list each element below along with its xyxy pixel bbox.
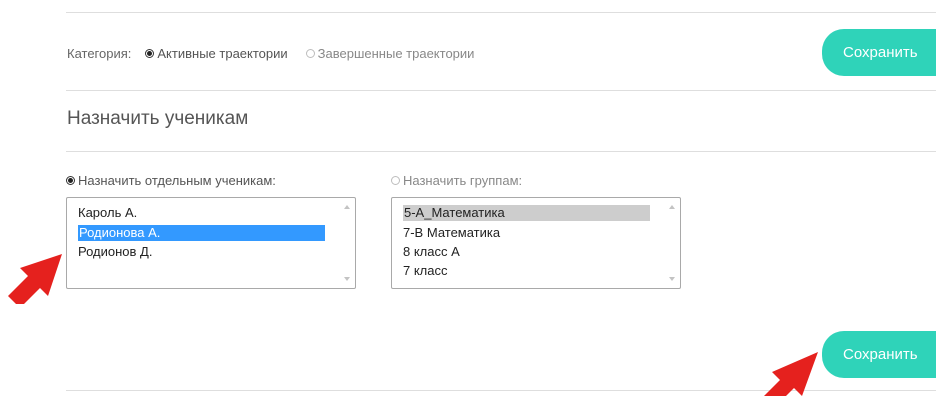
list-item[interactable]: Кароль А. <box>78 205 137 221</box>
assign-groups-option[interactable]: Назначить группам: <box>391 172 522 188</box>
radio-selected-icon[interactable] <box>66 175 75 185</box>
list-item[interactable]: 8 класс А <box>403 244 460 260</box>
assign-students-option[interactable]: Назначить отдельным ученикам: <box>66 172 276 188</box>
list-item-selected[interactable]: Родионова А. <box>78 225 325 241</box>
category-option-active[interactable]: Активные траектории <box>145 45 288 61</box>
list-item[interactable]: Родионов Д. <box>78 244 152 260</box>
groups-listbox[interactable]: 5-А_Математика 7-В Математика 8 класс А … <box>391 197 681 289</box>
category-option-completed[interactable]: Завершенные траектории <box>305 45 475 61</box>
groups-scrollbar[interactable] <box>665 198 680 288</box>
scroll-down-icon[interactable] <box>669 277 675 281</box>
scroll-down-icon[interactable] <box>344 277 350 281</box>
red-arrow-icon <box>8 254 62 304</box>
category-option-completed-label: Завершенные траектории <box>317 45 475 61</box>
students-listbox[interactable]: Кароль А. Родионова А. Родионов Д. <box>66 197 356 289</box>
assign-students-label: Назначить отдельным ученикам: <box>78 172 276 188</box>
students-scrollbar[interactable] <box>340 198 355 288</box>
radio-unselected-icon[interactable] <box>305 48 315 58</box>
list-item[interactable]: 7-В Математика <box>403 225 500 241</box>
assign-save-button[interactable]: Сохранить <box>822 331 936 378</box>
category-save-button[interactable]: Сохранить <box>822 29 936 76</box>
list-item[interactable]: 7 класс <box>403 263 448 279</box>
list-item-highlighted[interactable]: 5-А_Математика <box>403 205 650 221</box>
red-arrow-icon <box>764 352 818 396</box>
divider-after-title <box>66 151 936 152</box>
top-divider <box>66 12 936 13</box>
divider-after-category <box>66 90 936 91</box>
assign-section-title: Назначить ученикам <box>67 108 249 129</box>
category-label: Категория: <box>67 45 132 61</box>
scroll-up-icon[interactable] <box>344 205 350 209</box>
radio-unselected-icon[interactable] <box>391 175 400 185</box>
category-row: Категория: Активные траектории Завершенн… <box>67 45 474 61</box>
radio-selected-icon[interactable] <box>145 48 155 58</box>
category-option-active-label: Активные траектории <box>157 45 288 61</box>
scroll-up-icon[interactable] <box>669 205 675 209</box>
assign-groups-label: Назначить группам: <box>403 172 523 188</box>
